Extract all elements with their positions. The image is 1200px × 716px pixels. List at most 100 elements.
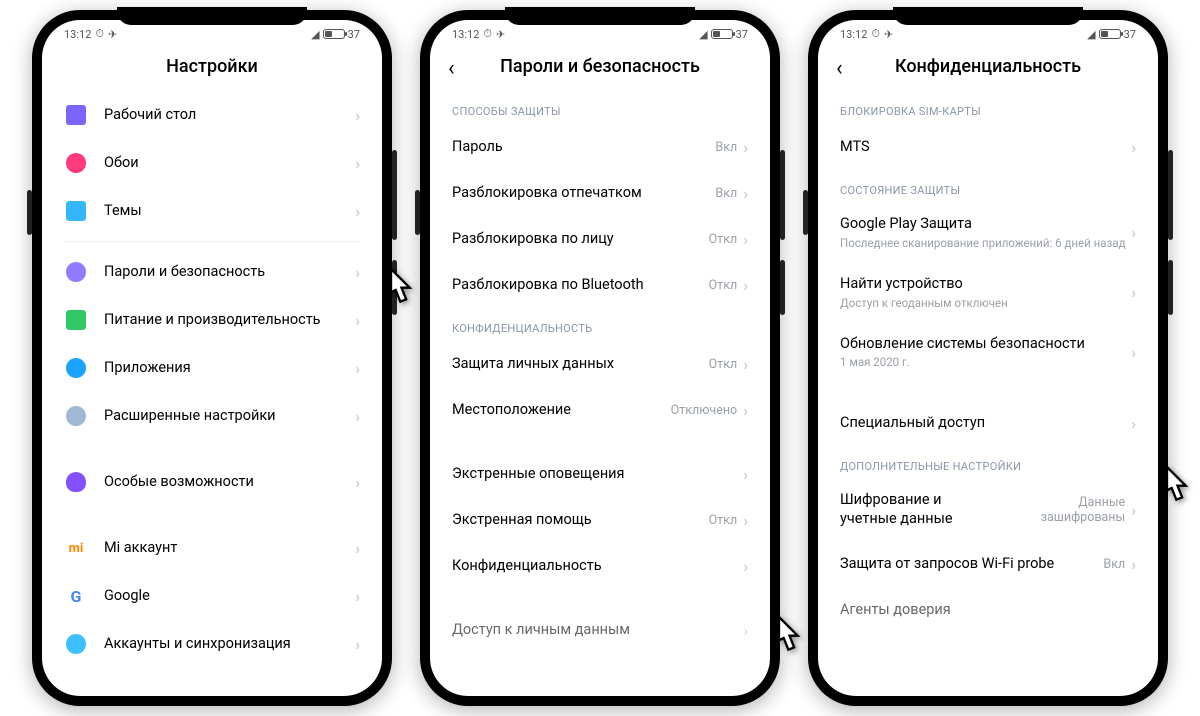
battery-pct: 37 bbox=[736, 28, 748, 41]
accessibility-icon bbox=[64, 470, 88, 494]
chevron-right-icon: › bbox=[355, 407, 360, 426]
chevron-right-icon: › bbox=[743, 355, 748, 374]
row-password[interactable]: Пароль Вкл › bbox=[430, 124, 770, 170]
alarm-icon: ⏱ bbox=[95, 27, 104, 41]
chevron-right-icon: › bbox=[743, 465, 748, 484]
chevron-right-icon: › bbox=[743, 401, 748, 420]
row-emergency-alerts[interactable]: Экстренные оповещения › bbox=[430, 451, 770, 497]
page-header: ‹ Конфиденциальность bbox=[818, 48, 1158, 91]
row-google-play-protect[interactable]: Google Play Защита Последнее сканировани… bbox=[818, 203, 1158, 263]
chevron-right-icon: › bbox=[355, 359, 360, 378]
page-title: Пароли и безопасность bbox=[430, 56, 770, 77]
phone-passwords-security: 13:12 ⏱ ✈ ◢ 37 ‹ Пароли и безопасность СПОС… bbox=[420, 10, 780, 706]
settings-row-apps[interactable]: Приложения › bbox=[42, 344, 382, 392]
sync-icon bbox=[64, 632, 88, 656]
chevron-right-icon: › bbox=[743, 621, 748, 640]
phone-privacy: 13:12 ⏱ ✈ ◢ 37 ‹ Конфиденциальность БЛОКИРО… bbox=[808, 10, 1168, 706]
home-icon bbox=[64, 103, 88, 127]
settings-row-wallpaper[interactable]: Обои › bbox=[42, 139, 382, 187]
google-logo-icon: G bbox=[64, 584, 88, 608]
chevron-right-icon: › bbox=[355, 587, 360, 606]
row-bluetooth-unlock[interactable]: Разблокировка по Bluetooth Откл › bbox=[430, 262, 770, 308]
flower-icon bbox=[64, 151, 88, 175]
section-label-additional: ДОПОЛНИТЕЛЬНЫЕ НАСТРОЙКИ bbox=[818, 446, 1158, 479]
chevron-right-icon: › bbox=[355, 106, 360, 125]
back-button[interactable]: ‹ bbox=[836, 58, 843, 80]
row-confidentiality[interactable]: Конфиденциальность › bbox=[430, 543, 770, 589]
row-face-unlock[interactable]: Разблокировка по лицу Откл › bbox=[430, 216, 770, 262]
chevron-right-icon: › bbox=[355, 154, 360, 173]
clock: 13:12 bbox=[64, 28, 91, 41]
chevron-right-icon: › bbox=[743, 138, 748, 157]
status-bar: 13:12 ⏱ ✈ ◢ 37 bbox=[42, 20, 382, 48]
row-encryption-credentials[interactable]: Шифрование и учетные данные Данные зашиф… bbox=[818, 479, 1158, 541]
settings-row-desktop[interactable]: Рабочий стол › bbox=[42, 91, 382, 139]
settings-row-mi-account[interactable]: mi Mi аккаунт › bbox=[42, 524, 382, 572]
row-security-update[interactable]: Обновление системы безопасности 1 мая 20… bbox=[818, 323, 1158, 383]
chevron-right-icon: › bbox=[355, 263, 360, 282]
section-label-protection-state: СОСТОЯНИЕ ЗАЩИТЫ bbox=[818, 170, 1158, 203]
page-header: ‹ Пароли и безопасность bbox=[430, 48, 770, 91]
chevron-right-icon: › bbox=[355, 539, 360, 558]
clock: 13:12 bbox=[840, 28, 867, 41]
chevron-right-icon: › bbox=[743, 557, 748, 576]
dots-icon bbox=[64, 404, 88, 428]
section-label-privacy: КОНФИДЕНЦИАЛЬНОСТЬ bbox=[430, 308, 770, 341]
battery-icon bbox=[64, 308, 88, 332]
chevron-right-icon: › bbox=[355, 202, 360, 221]
row-find-device[interactable]: Найти устройство Доступ к геоданным откл… bbox=[818, 263, 1158, 323]
settings-row-security[interactable]: Пароли и безопасность › bbox=[42, 248, 382, 296]
settings-row-google[interactable]: G Google › bbox=[42, 572, 382, 620]
chevron-right-icon: › bbox=[355, 473, 360, 492]
gear-icon bbox=[64, 356, 88, 380]
section-label-sim-lock: БЛОКИРОВКА SIM-КАРТЫ bbox=[818, 91, 1158, 124]
chevron-right-icon: › bbox=[1131, 138, 1136, 157]
row-wifi-probe-protection[interactable]: Защита от запросов Wi-Fi probe Вкл › bbox=[818, 541, 1158, 587]
chevron-right-icon: › bbox=[355, 311, 360, 330]
row-emergency-help[interactable]: Экстренная помощь Откл › bbox=[430, 497, 770, 543]
row-personal-data-access[interactable]: Доступ к личным данным › bbox=[430, 607, 770, 653]
chevron-right-icon: › bbox=[1131, 414, 1136, 433]
chevron-right-icon: › bbox=[743, 184, 748, 203]
chevron-right-icon: › bbox=[743, 230, 748, 249]
signal-icon: ◢ bbox=[699, 28, 707, 41]
row-location[interactable]: Местоположение Отключено › bbox=[430, 387, 770, 433]
chevron-right-icon: › bbox=[1131, 223, 1136, 242]
page-title: Настройки bbox=[42, 56, 382, 77]
settings-row-advanced[interactable]: Расширенные настройки › bbox=[42, 392, 382, 440]
telegram-icon: ✈ bbox=[884, 28, 893, 41]
battery-icon bbox=[1099, 29, 1121, 39]
battery-icon bbox=[711, 29, 733, 39]
settings-row-themes[interactable]: Темы › bbox=[42, 187, 382, 235]
settings-row-accessibility[interactable]: Особые возможности › bbox=[42, 458, 382, 506]
settings-row-power[interactable]: Питание и производительность › bbox=[42, 296, 382, 344]
chevron-right-icon: › bbox=[355, 635, 360, 654]
status-bar: 13:12 ⏱ ✈ ◢ 37 bbox=[430, 20, 770, 48]
phone-settings: 13:12 ⏱ ✈ ◢ 37 Настройки Рабочий стол › Обо… bbox=[32, 10, 392, 706]
page-header: Настройки bbox=[42, 48, 382, 91]
battery-pct: 37 bbox=[1124, 28, 1136, 41]
mi-logo-icon: mi bbox=[64, 536, 88, 560]
battery-icon bbox=[323, 29, 345, 39]
signal-icon: ◢ bbox=[1087, 28, 1095, 41]
shield-icon bbox=[64, 260, 88, 284]
alarm-icon: ⏱ bbox=[483, 27, 492, 41]
chevron-right-icon: › bbox=[1131, 343, 1136, 362]
status-bar: 13:12 ⏱ ✈ ◢ 37 bbox=[818, 20, 1158, 48]
signal-icon: ◢ bbox=[311, 28, 319, 41]
row-special-access[interactable]: Специальный доступ › bbox=[818, 400, 1158, 446]
page-title: Конфиденциальность bbox=[818, 56, 1158, 77]
back-button[interactable]: ‹ bbox=[448, 58, 455, 80]
battery-pct: 37 bbox=[348, 28, 360, 41]
section-label-protection: СПОСОБЫ ЗАЩИТЫ bbox=[430, 91, 770, 124]
chevron-right-icon: › bbox=[743, 276, 748, 295]
telegram-icon: ✈ bbox=[496, 28, 505, 41]
row-sim-mts[interactable]: MTS › bbox=[818, 124, 1158, 170]
settings-row-accounts-sync[interactable]: Аккаунты и синхронизация › bbox=[42, 620, 382, 668]
row-trust-agents[interactable]: Агенты доверия bbox=[818, 587, 1158, 633]
row-fingerprint[interactable]: Разблокировка отпечатком Вкл › bbox=[430, 170, 770, 216]
alarm-icon: ⏱ bbox=[871, 27, 880, 41]
clock: 13:12 bbox=[452, 28, 479, 41]
telegram-icon: ✈ bbox=[108, 28, 117, 41]
row-personal-data-protection[interactable]: Защита личных данных Откл › bbox=[430, 341, 770, 387]
